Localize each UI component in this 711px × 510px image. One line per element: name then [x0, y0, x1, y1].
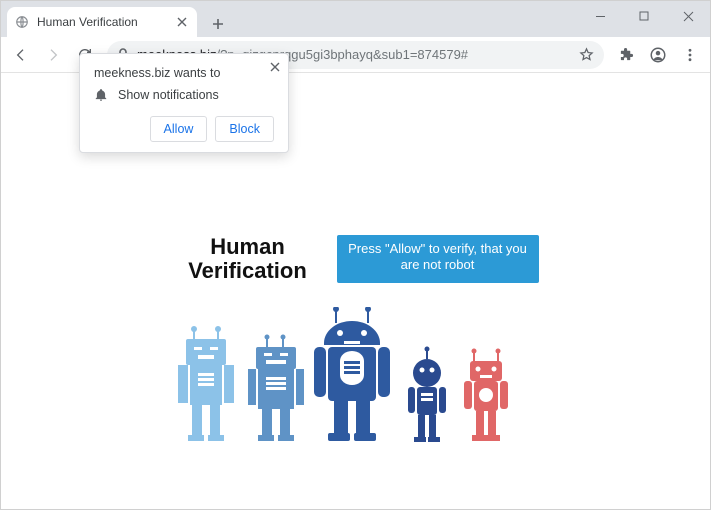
robot-1-icon [178, 326, 234, 441]
extensions-icon[interactable] [612, 41, 640, 69]
window-minimize-button[interactable] [578, 1, 622, 31]
block-button[interactable]: Block [215, 116, 274, 142]
permission-capability: Show notifications [118, 88, 219, 102]
close-icon[interactable] [270, 62, 280, 72]
robot-5-icon [464, 349, 508, 442]
allow-button[interactable]: Allow [150, 116, 208, 142]
permission-buttons: Allow Block [94, 116, 274, 142]
window-maximize-button[interactable] [622, 1, 666, 31]
window-controls [578, 1, 710, 31]
window-close-button[interactable] [666, 1, 710, 31]
robot-2-icon [248, 335, 304, 442]
globe-icon [15, 15, 29, 29]
verification-instruction: Press "Allow" to verify, that you are no… [337, 235, 539, 283]
bookmark-star-icon[interactable] [579, 47, 594, 62]
menu-icon[interactable] [676, 41, 704, 69]
tab-title: Human Verification [37, 15, 175, 29]
verification-heading: Human Verification [173, 235, 323, 283]
close-tab-icon[interactable] [175, 15, 189, 29]
heading-line1: Human [210, 234, 285, 259]
permission-capability-row: Show notifications [94, 88, 274, 102]
browser-tab[interactable]: Human Verification [7, 7, 197, 37]
window-titlebar: Human Verification [1, 1, 710, 37]
new-tab-button[interactable] [205, 11, 231, 37]
permission-origin: meekness.biz wants to [94, 66, 274, 80]
robot-3-icon [314, 307, 390, 441]
forward-button[interactable] [39, 41, 67, 69]
heading-line2: Verification [188, 258, 307, 283]
tab-strip: Human Verification [1, 1, 578, 37]
robots-illustration [1, 307, 710, 445]
verification-row: Human Verification Press "Allow" to veri… [1, 235, 710, 283]
profile-icon[interactable] [644, 41, 672, 69]
back-button[interactable] [7, 41, 35, 69]
permission-prompt: meekness.biz wants to Show notifications… [79, 53, 289, 153]
robot-4-icon [408, 347, 446, 443]
bell-icon [94, 88, 108, 102]
